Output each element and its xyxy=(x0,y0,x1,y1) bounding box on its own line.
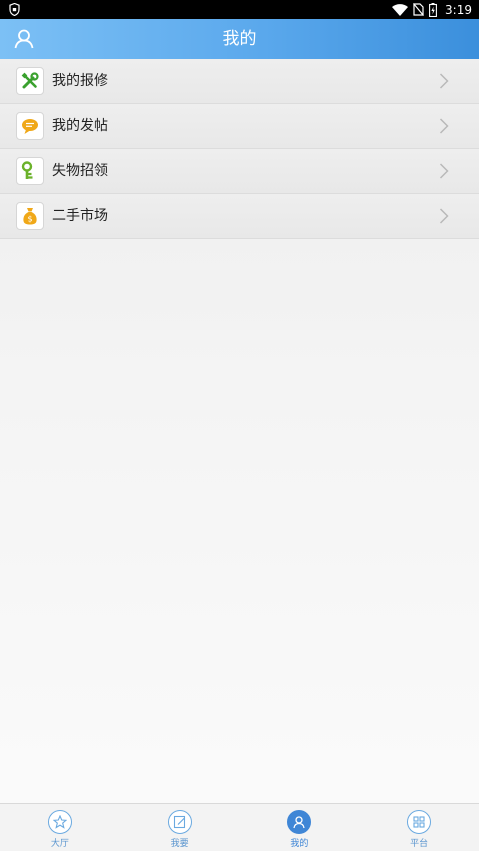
shield-icon xyxy=(9,3,20,16)
menu-list: 我的报修 我的发帖 失物招领 $ 二手市场 xyxy=(0,59,479,239)
nav-tab-hall[interactable]: 大厅 xyxy=(0,804,120,851)
clock-time: 3:19 xyxy=(445,2,472,17)
menu-item-label: 我的发帖 xyxy=(52,118,108,134)
chevron-right-icon xyxy=(439,163,449,179)
menu-item-label: 失物招领 xyxy=(52,163,108,179)
menu-item-label: 我的报修 xyxy=(52,73,108,89)
icon-frame xyxy=(16,112,44,140)
svg-text:$: $ xyxy=(27,215,32,224)
chat-bubble-icon xyxy=(22,119,38,134)
star-icon xyxy=(47,810,72,834)
menu-item-lost-and-found[interactable]: 失物招领 xyxy=(0,149,479,194)
nav-tab-platform[interactable]: 平台 xyxy=(359,804,479,851)
nav-label: 我要 xyxy=(170,839,189,849)
nav-label: 我的 xyxy=(290,839,309,849)
bottom-navigation: 大厅 我要 我的 平台 xyxy=(0,803,479,851)
menu-item-label: 二手市场 xyxy=(52,208,108,224)
nav-label: 平台 xyxy=(410,839,429,849)
icon-frame xyxy=(16,67,44,95)
icon-frame: $ xyxy=(16,202,44,230)
nav-tab-mine[interactable]: 我的 xyxy=(240,804,360,851)
menu-item-my-repairs[interactable]: 我的报修 xyxy=(0,59,479,104)
nav-tab-request[interactable]: 我要 xyxy=(120,804,240,851)
edit-icon xyxy=(167,810,192,834)
no-sim-icon xyxy=(413,3,425,16)
chevron-right-icon xyxy=(439,73,449,89)
battery-charging-icon xyxy=(429,2,437,17)
icon-frame xyxy=(16,157,44,185)
chevron-right-icon xyxy=(439,208,449,224)
person-icon xyxy=(287,810,312,834)
tools-icon xyxy=(21,72,39,89)
status-bar: 3:19 xyxy=(0,0,479,19)
page-title: 我的 xyxy=(222,29,257,49)
wifi-icon xyxy=(392,3,409,16)
menu-item-my-posts[interactable]: 我的发帖 xyxy=(0,104,479,149)
menu-item-second-hand-market[interactable]: $ 二手市场 xyxy=(0,194,479,239)
nav-label: 大厅 xyxy=(50,839,69,849)
chevron-right-icon xyxy=(439,118,449,134)
money-bag-icon: $ xyxy=(23,208,37,225)
app-header: 我的 xyxy=(0,19,479,59)
grid-icon xyxy=(407,810,432,834)
key-icon xyxy=(21,161,33,179)
